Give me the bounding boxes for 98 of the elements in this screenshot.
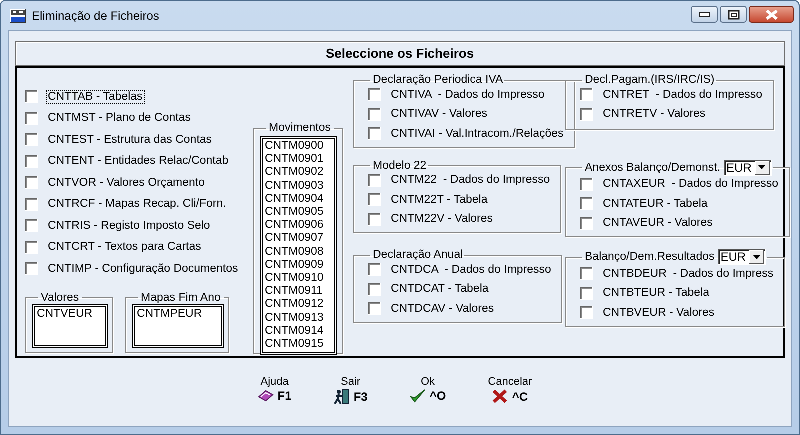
list-item[interactable]: CNTM0911 bbox=[265, 285, 332, 298]
checkbox-label: CNTM22V - Valores bbox=[390, 212, 494, 226]
checkbox-label: CNTDCAT - Tabela bbox=[390, 282, 490, 296]
checkbox[interactable] bbox=[368, 193, 381, 206]
list-item[interactable]: CNTM0915 bbox=[265, 338, 332, 352]
checkbox[interactable] bbox=[580, 267, 593, 280]
list-item[interactable]: CNTM0901 bbox=[265, 153, 332, 166]
window-title: Eliminação de Ficheiros bbox=[32, 8, 160, 22]
group-title: Decl.Pagam.(IRS/IRC/IS) bbox=[585, 74, 715, 86]
list-item[interactable]: CNTM0906 bbox=[265, 219, 332, 232]
caret-icon bbox=[758, 165, 766, 170]
checkbox-label: CNTIVAI - Val.Intracom./Relações bbox=[390, 126, 565, 141]
list-item[interactable]: CNTM0910 bbox=[265, 272, 332, 286]
checkbox-label: CNTRET - Dados do Impresso bbox=[602, 88, 764, 102]
cross-icon bbox=[492, 389, 508, 404]
minimize-icon bbox=[698, 12, 710, 18]
group-title: Balanço/Dem.Resultados bbox=[585, 251, 715, 263]
checkbox-label: CNTDCA - Dados do Impresso bbox=[390, 262, 552, 277]
checkbox[interactable] bbox=[25, 90, 38, 104]
checkbox[interactable] bbox=[25, 240, 38, 254]
list-item[interactable]: CNTM0907 bbox=[265, 232, 332, 246]
group-title: Anexos Balanço/Demonst. bbox=[585, 162, 721, 174]
group-title: Movimentos bbox=[268, 122, 332, 134]
group-title: Declaração Periodica IVA bbox=[373, 74, 504, 86]
group-title: Mapas Fim Ano bbox=[140, 292, 222, 304]
checkmark-icon bbox=[410, 389, 426, 403]
checkbox-label: CNTBVEUR - Valores bbox=[602, 306, 716, 320]
action-button[interactable]: Cancelar ^C bbox=[484, 376, 536, 405]
checkbox-label: CNTIMP - Configuração Documentos bbox=[47, 262, 240, 276]
checkbox[interactable] bbox=[580, 88, 593, 102]
checkbox[interactable] bbox=[368, 212, 381, 226]
checkbox[interactable] bbox=[25, 198, 38, 211]
checkbox-label: CNTVOR - Valores Orçamento bbox=[47, 176, 206, 190]
list-item[interactable]: CNTM0908 bbox=[265, 246, 332, 259]
checkbox[interactable] bbox=[25, 219, 38, 232]
checkbox[interactable] bbox=[368, 302, 381, 316]
checkbox[interactable] bbox=[25, 112, 38, 125]
list-item[interactable]: CNTM0902 bbox=[265, 166, 332, 180]
checkbox-label: CNTM22T - Tabela bbox=[390, 192, 489, 207]
exit-door-icon bbox=[334, 389, 350, 405]
checkbox[interactable] bbox=[368, 88, 381, 102]
checkbox-label: CNTENT - Entidades Relac/Contab bbox=[47, 154, 230, 168]
minimize-button[interactable] bbox=[691, 6, 718, 23]
checkbox[interactable] bbox=[580, 197, 593, 210]
list-item[interactable]: CNTM0905 bbox=[265, 206, 332, 220]
checkbox[interactable] bbox=[368, 174, 381, 187]
checkbox-label: CNTM22 - Dados do Impresso bbox=[390, 173, 552, 188]
section-heading: Seleccione os Ficheiros bbox=[15, 41, 785, 66]
list-item[interactable]: CNTM0900 bbox=[265, 140, 332, 154]
checkbox[interactable] bbox=[580, 216, 593, 230]
list-item[interactable]: CNTM0909 bbox=[265, 258, 332, 272]
checkbox[interactable] bbox=[25, 154, 38, 168]
action-button[interactable]: Sair F3 bbox=[330, 376, 372, 405]
checkbox[interactable] bbox=[25, 133, 38, 146]
checkbox-label: CNTDCAV - Valores bbox=[390, 302, 496, 316]
checkbox-label: CNTATEUR - Tabela bbox=[602, 196, 709, 211]
checkbox[interactable] bbox=[580, 306, 593, 320]
currency-dropdown[interactable]: EUR bbox=[724, 160, 772, 176]
checkbox[interactable] bbox=[368, 282, 381, 296]
checkbox-label: CNTBTEUR - Tabela bbox=[602, 286, 711, 300]
checkbox[interactable] bbox=[368, 263, 381, 276]
checkbox[interactable] bbox=[580, 178, 593, 191]
caret-icon bbox=[752, 254, 761, 260]
app-icon bbox=[10, 8, 26, 22]
group-title: Valores bbox=[40, 292, 80, 304]
checkbox-label: CNTAXEUR - Dados do Impresso bbox=[602, 177, 780, 192]
currency-dropdown[interactable]: EUR bbox=[718, 249, 766, 265]
checkbox-label: CNTRETV - Valores bbox=[602, 107, 707, 122]
checkbox-label: CNTBDEUR - Dados do Impress bbox=[602, 266, 775, 281]
list-item[interactable]: CNTM0913 bbox=[265, 312, 332, 325]
checkbox[interactable] bbox=[580, 286, 593, 300]
checkbox[interactable] bbox=[368, 108, 381, 121]
checkbox-label: CNTMST - Plano de Contas bbox=[47, 111, 192, 126]
checkbox[interactable] bbox=[25, 176, 38, 190]
maximize-icon bbox=[728, 10, 740, 20]
checkbox-label: CNTIVAV - Valores bbox=[390, 107, 488, 122]
checkbox-label: CNTCRT - Textos para Cartas bbox=[47, 240, 202, 254]
close-button[interactable] bbox=[749, 6, 794, 23]
maximize-button[interactable] bbox=[720, 6, 747, 23]
checkbox-label: CNTAVEUR - Valores bbox=[602, 216, 714, 230]
action-button[interactable]: Ajuda F1 bbox=[254, 376, 296, 405]
list-item[interactable]: CNTM0912 bbox=[265, 298, 332, 312]
checkbox[interactable] bbox=[368, 127, 381, 140]
checkbox-label: CNTTAB - Tabelas bbox=[46, 90, 145, 104]
checkbox-label: CNTEST - Estrutura das Contas bbox=[47, 132, 214, 147]
book-icon bbox=[258, 389, 274, 403]
list-item[interactable]: CNTM0904 bbox=[265, 192, 332, 206]
list-item[interactable]: CNTM0903 bbox=[265, 180, 332, 193]
action-button[interactable]: Ok ^O bbox=[406, 376, 450, 405]
checkbox-label: CNTRIS - Registo Imposto Selo bbox=[47, 218, 212, 233]
checkbox[interactable] bbox=[580, 108, 593, 121]
group-title: Declaração Anual bbox=[373, 249, 464, 261]
group-title: Modelo 22 bbox=[373, 160, 427, 172]
close-icon bbox=[764, 10, 778, 20]
checkbox-label: CNTIVA - Dados do Impresso bbox=[390, 88, 546, 102]
list-item[interactable]: CNTM0914 bbox=[265, 324, 332, 338]
checkbox[interactable] bbox=[25, 262, 38, 276]
checkbox-label: CNTRCF - Mapas Recap. Cli/Forn. bbox=[47, 197, 228, 212]
